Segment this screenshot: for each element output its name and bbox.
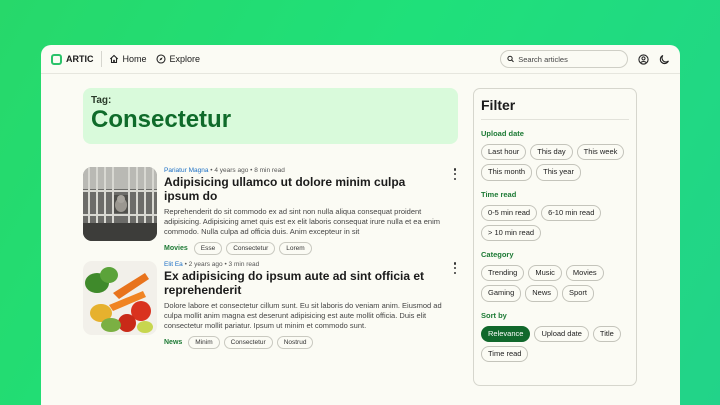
search-icon [507, 55, 514, 63]
tag-chip[interactable]: Nostrud [276, 335, 314, 349]
filter-chip[interactable]: Sport [562, 285, 594, 302]
filter-chip[interactable]: Music [528, 265, 562, 282]
dark-mode-toggle[interactable] [658, 53, 670, 65]
more-options-icon[interactable] [452, 168, 458, 180]
search-input[interactable] [518, 54, 621, 64]
article-description: Dolore labore et consectetur cillum sunt… [164, 300, 442, 331]
sort-chip[interactable]: Title [592, 325, 621, 342]
filter-chip[interactable]: 6-10 min read [541, 204, 602, 221]
nav-explore[interactable]: Explore [155, 54, 201, 64]
tag-chip[interactable]: Lorem [279, 241, 312, 255]
article-meta: Pariatur Magna • 4 years ago • 8 min rea… [164, 167, 285, 174]
filter-chip[interactable]: News [525, 285, 559, 302]
filter-title: Filter [481, 97, 629, 120]
account-icon [637, 53, 649, 65]
article-author[interactable]: Pariatur Magna [164, 167, 208, 174]
article-category[interactable]: Movies [164, 245, 188, 252]
filter-section-title: Time read [481, 189, 517, 199]
time-read-options: 0-5 min read 6-10 min read > 10 min read [481, 204, 629, 241]
home-icon [109, 54, 118, 64]
filter-chip[interactable]: This year [536, 164, 581, 181]
filter-section-title: Upload date [481, 129, 524, 138]
article-tags: News Minim Consectetur Nostrud [164, 335, 458, 349]
app-logo[interactable]: ARTIC [51, 53, 94, 65]
compass-icon [155, 54, 166, 64]
article-title[interactable]: Adipisicing ullamco ut dolore minim culp… [164, 175, 458, 204]
filter-chip[interactable]: This day [530, 144, 573, 161]
sort-chip-selected[interactable]: Relevance [481, 325, 531, 342]
filter-chip[interactable]: Last hour [481, 144, 527, 161]
filter-chip[interactable]: Movies [565, 265, 604, 282]
tag-chip[interactable]: Esse [193, 241, 223, 255]
filter-chip[interactable]: Gaming [481, 285, 522, 302]
tag-chip[interactable]: Consectetur [226, 241, 276, 255]
filter-chip[interactable]: This week [576, 144, 625, 161]
article-title[interactable]: Ex adipisicing do ipsum aute ad sint off… [164, 269, 458, 298]
article-thumbnail[interactable] [83, 261, 157, 335]
account-button[interactable] [637, 53, 649, 65]
filter-section-title: Sort by [481, 310, 507, 320]
tag-chip[interactable]: Minim [188, 335, 220, 349]
article-card[interactable]: Elit Ea • 2 years ago • 3 min read Ex ad… [83, 261, 458, 349]
vegetables-photo-image [83, 261, 157, 335]
divider [100, 51, 102, 67]
upload-date-options: Last hour This day This week This month … [481, 144, 629, 181]
article-body: Pariatur Magna • 4 years ago • 8 min rea… [164, 167, 458, 255]
article-tags: Movies Esse Consectetur Lorem [164, 241, 458, 255]
article-card[interactable]: Pariatur Magna • 4 years ago • 8 min rea… [83, 167, 458, 255]
article-author[interactable]: Elit Ea [164, 261, 183, 268]
tag-header: Tag: Consectetur [83, 88, 458, 144]
app-window: ARTIC Home Explore Tag: Consectetur [41, 45, 680, 405]
logo-icon [51, 53, 62, 65]
tag-title: Consectetur [91, 106, 232, 133]
article-body: Elit Ea • 2 years ago • 3 min read Ex ad… [164, 261, 458, 349]
filter-panel: Filter Upload date Last hour This day Th… [473, 88, 637, 386]
filter-section-title: Category [481, 250, 514, 259]
article-meta: Elit Ea • 2 years ago • 3 min read [164, 261, 260, 268]
app-name: ARTIC [66, 54, 94, 64]
tag-chip[interactable]: Consectetur [223, 335, 273, 349]
filter-chip[interactable]: 0-5 min read [481, 204, 538, 221]
search-box[interactable] [500, 50, 628, 68]
nav-home-label: Home [122, 54, 147, 64]
article-category[interactable]: News [164, 339, 182, 346]
tag-label: Tag: [91, 95, 112, 106]
filter-chip[interactable]: > 10 min read [481, 224, 542, 241]
sort-by-options: Relevance Upload date Title Time read [481, 325, 629, 362]
more-options-icon[interactable] [452, 262, 458, 274]
category-options: Trending Music Movies Gaming News Sport [481, 265, 629, 302]
filter-chip[interactable]: This month [481, 164, 533, 181]
cat-photo-image [83, 167, 157, 241]
moon-icon [659, 54, 669, 64]
sort-chip[interactable]: Upload date [534, 325, 589, 342]
nav-explore-label: Explore [169, 54, 201, 64]
article-description: Reprehenderit do sit commodo ex ad sint … [164, 206, 440, 237]
article-thumbnail[interactable] [83, 167, 157, 241]
nav-home[interactable]: Home [109, 54, 147, 64]
filter-chip[interactable]: Trending [481, 265, 525, 282]
sort-chip[interactable]: Time read [481, 345, 529, 362]
top-bar: ARTIC Home Explore [41, 45, 680, 74]
